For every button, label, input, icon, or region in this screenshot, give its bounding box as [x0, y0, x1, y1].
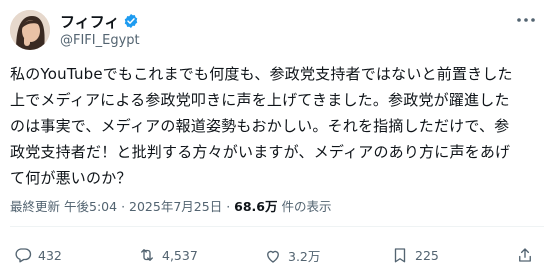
reply-count: 432	[38, 247, 62, 263]
heart-icon	[267, 250, 279, 263]
bookmark-count: 225	[415, 247, 439, 263]
tweet-text-line: のは事実で、メディアの報道姿勢もおかしい。それを指摘しただけで、参	[10, 117, 510, 135]
reply-button[interactable]: 432	[14, 246, 62, 264]
retweet-icon	[141, 249, 153, 261]
views-label: 件の表示	[281, 199, 332, 214]
tweet-text-line: 上でメディアによる参政党叩きに声を上げてきました。参政党が躍進した	[10, 91, 510, 109]
display-name[interactable]: フィフィ	[60, 11, 119, 32]
share-icon	[519, 248, 531, 262]
user-handle[interactable]: @FIFI_Egypt	[60, 33, 140, 48]
like-button[interactable]: 3.2万	[264, 246, 320, 265]
tweet-date[interactable]: 2025年7月25日	[129, 199, 222, 214]
bookmark-button[interactable]: 225	[391, 246, 439, 264]
retweet-count: 4,537	[162, 247, 198, 263]
avatar-image	[10, 10, 50, 50]
like-count: 3.2万	[288, 249, 321, 264]
bookmark-icon	[394, 248, 406, 263]
share-button[interactable]	[516, 246, 534, 264]
divider	[10, 226, 544, 227]
tweet-time[interactable]: 午後5:04	[64, 199, 117, 214]
action-bar: 432 4,537 3.2万 225	[0, 240, 554, 270]
tweet-text-line: 私のYouTubeでもこれまでも何度も、参政党支持者ではないと前置きした	[10, 65, 513, 83]
tweet-text-line: 政党支持者だ！と批判する方々がいますが、メディアのあり方に声をあげ	[10, 143, 511, 161]
reply-icon	[15, 248, 32, 263]
retweet-button[interactable]: 4,537	[138, 246, 198, 264]
tweet-text: 私のYouTubeでもこれまでも何度も、参政党支持者ではないと前置きした 上でメ…	[10, 61, 546, 191]
more-options-icon[interactable]	[514, 12, 538, 28]
tweet-header: フィフィ @FIFI_Egypt	[10, 10, 544, 54]
verified-badge-icon[interactable]	[123, 13, 139, 29]
views-count: 68.6万	[234, 199, 278, 214]
updated-label: 最終更新	[10, 199, 61, 214]
meta-separator: ·	[226, 199, 231, 214]
tweet-text-line: て何が悪いのか？	[10, 169, 132, 187]
tweet-meta: 最終更新 午後5:04 · 2025年7月25日 · 68.6万 件の表示	[10, 196, 332, 215]
avatar[interactable]	[10, 10, 50, 50]
meta-separator: ·	[121, 199, 126, 214]
